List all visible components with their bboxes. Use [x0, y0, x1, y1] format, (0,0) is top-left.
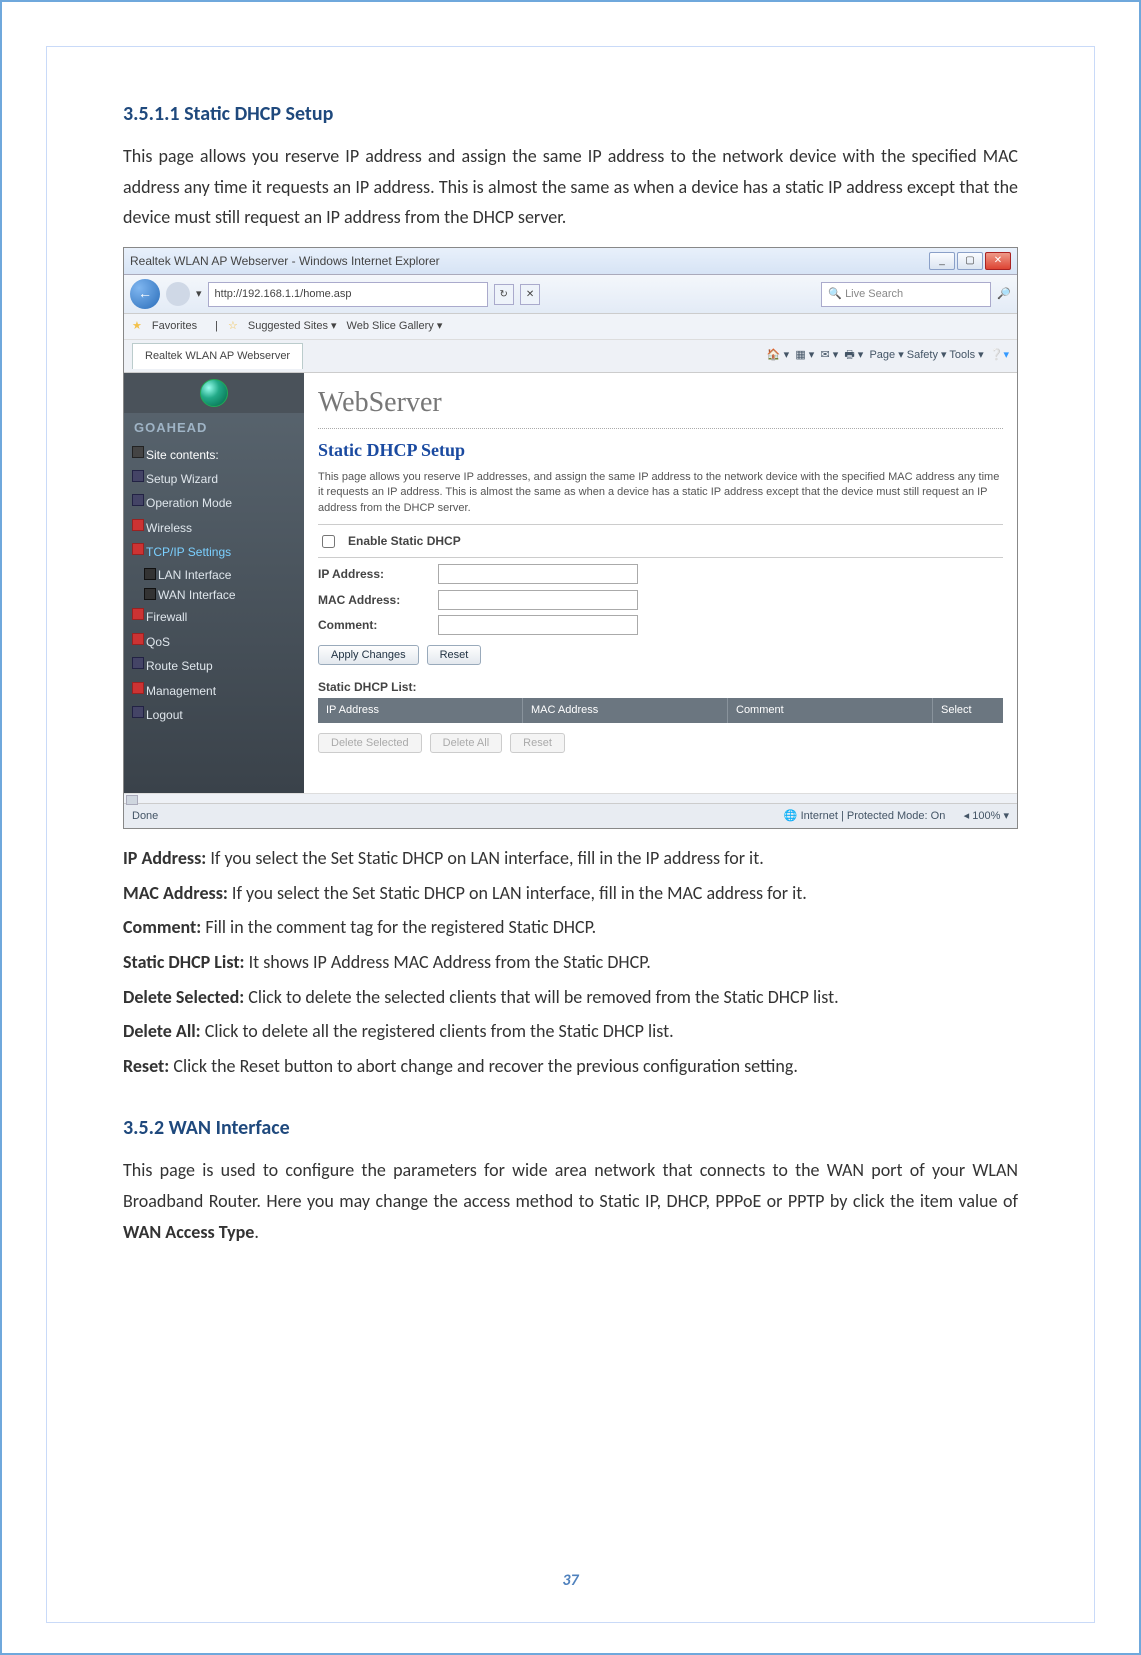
section-heading-static-dhcp: 3.5.1.1 Static DHCP Setup [123, 97, 1018, 131]
sidebar-item-firewall[interactable]: Firewall [124, 605, 304, 629]
fld-delall-label: Delete All: [123, 1020, 201, 1042]
mac-address-input[interactable] [438, 590, 638, 610]
fld-ip-label: IP Address: [123, 847, 206, 869]
status-mode: Internet | Protected Mode: On [801, 810, 946, 822]
window-maximize-button[interactable]: ▢ [957, 252, 983, 270]
col-ip: IP Address [318, 698, 523, 723]
status-done: Done [132, 807, 158, 826]
window-minimize-button[interactable]: _ [929, 252, 955, 270]
page-title: Static DHCP Setup [318, 435, 1003, 466]
embedded-screenshot: Realtek WLAN AP Webserver - Windows Inte… [123, 247, 1018, 829]
sidebar-sub-lan[interactable]: LAN Interface [124, 565, 304, 585]
sidebar-item-tcpip[interactable]: TCP/IP Settings [124, 540, 304, 564]
fld-mac-text: If you select the Set Static DHCP on LAN… [232, 882, 807, 904]
reset-button[interactable]: Reset [427, 645, 482, 665]
nav-forward-button[interactable] [166, 282, 190, 306]
ip-address-label: IP Address: [318, 564, 428, 584]
fld-ip-text: If you select the Set Static DHCP on LAN… [210, 847, 763, 869]
webserver-title: WebServer [318, 373, 1003, 430]
col-comment: Comment [728, 698, 933, 723]
sidebar-item-route[interactable]: Route Setup [124, 654, 304, 678]
sidebar-site-contents[interactable]: Site contents: [124, 443, 304, 467]
sidebar-brand: GOAHEAD [124, 413, 304, 443]
static-dhcp-list-header: IP Address MAC Address Comment Select [318, 698, 1003, 723]
sidebar-item-qos[interactable]: QoS [124, 630, 304, 654]
list-reset-button[interactable]: Reset [510, 733, 565, 753]
delete-selected-button[interactable]: Delete Selected [318, 733, 422, 753]
page-number: 37 [47, 1567, 1094, 1594]
fld-comment-text: Fill in the comment tag for the register… [205, 916, 596, 938]
print-icon[interactable]: 🖶 ▾ [844, 349, 863, 361]
fld-delsel-label: Delete Selected: [123, 986, 244, 1008]
col-mac: MAC Address [523, 698, 728, 723]
sidebar-item-wireless[interactable]: Wireless [124, 516, 304, 540]
help-icon[interactable]: ❔▾ [990, 349, 1009, 361]
sidebar: GOAHEAD Site contents: Setup Wizard Oper… [124, 373, 304, 793]
fld-reset-text: Click the Reset button to abort change a… [173, 1055, 798, 1077]
comment-label: Comment: [318, 615, 428, 635]
fld-delsel-text: Click to delete the selected clients tha… [248, 986, 838, 1008]
suggested-sites-link[interactable]: Suggested Sites ▾ [248, 317, 337, 336]
feed-icon[interactable]: ▦ ▾ [795, 349, 814, 361]
home-icon[interactable]: 🏠 ▾ [767, 349, 789, 361]
nav-back-button[interactable]: ← [130, 279, 160, 309]
refresh-button[interactable]: ↻ [494, 284, 514, 305]
suggested-star-icon: ☆ [228, 317, 238, 336]
fld-comment-label: Comment: [123, 916, 201, 938]
sidebar-item-logout[interactable]: Logout [124, 703, 304, 727]
address-bar[interactable]: http://192.168.1.1/home.asp [208, 282, 488, 307]
webslice-link[interactable]: Web Slice Gallery ▾ [347, 317, 443, 336]
search-box[interactable]: 🔍 Live Search [821, 282, 991, 307]
browser-tab[interactable]: Realtek WLAN AP Webserver [132, 343, 303, 369]
status-zoom[interactable]: 100% [972, 810, 1000, 822]
enable-static-dhcp-label: Enable Static DHCP [348, 531, 461, 551]
favorites-star-icon[interactable]: ★ [132, 317, 142, 336]
favorites-label: Favorites [152, 317, 197, 336]
window-close-button[interactable]: ✕ [985, 252, 1011, 270]
fld-reset-label: Reset: [123, 1055, 169, 1077]
sidebar-item-setup-wizard[interactable]: Setup Wizard [124, 467, 304, 491]
fld-list-label: Static DHCP List: [123, 951, 245, 973]
zoom-dropdown-icon[interactable]: ▾ [1003, 810, 1009, 822]
search-go-icon[interactable]: 🔎 [997, 285, 1011, 304]
sidebar-item-management[interactable]: Management [124, 679, 304, 703]
fld-mac-label: MAC Address: [123, 882, 228, 904]
dropdown-icon[interactable]: ▾ [196, 285, 202, 304]
horizontal-scrollbar[interactable] [124, 793, 1017, 803]
page-desc: This page allows you reserve IP addresse… [318, 470, 1003, 516]
window-title: Realtek WLAN AP Webserver - Windows Inte… [130, 251, 440, 271]
fld-list-text: It shows IP Address MAC Address from the… [249, 951, 651, 973]
zoom-down-icon[interactable]: ◂ [964, 810, 970, 822]
sidebar-sub-wan[interactable]: WAN Interface [124, 585, 304, 605]
col-select: Select [933, 698, 1003, 723]
enable-static-dhcp-checkbox[interactable] [322, 535, 335, 548]
section-heading-wan: 3.5.2 WAN Interface [123, 1111, 1018, 1145]
apply-changes-button[interactable]: Apply Changes [318, 645, 419, 665]
zone-icon: 🌐 [784, 810, 798, 822]
static-dhcp-list-title: Static DHCP List: [318, 677, 1003, 697]
sidebar-item-operation-mode[interactable]: Operation Mode [124, 491, 304, 515]
section-intro-static-dhcp: This page allows you reserve IP address … [123, 141, 1018, 233]
delete-all-button[interactable]: Delete All [430, 733, 502, 753]
fld-delall-text: Click to delete all the registered clien… [205, 1020, 674, 1042]
section-intro-wan: This page is used to configure the param… [123, 1155, 1018, 1247]
ip-address-input[interactable] [438, 564, 638, 584]
comment-input[interactable] [438, 615, 638, 635]
mac-address-label: MAC Address: [318, 590, 428, 610]
stop-button[interactable]: ✕ [520, 284, 540, 305]
mail-icon[interactable]: ✉ ▾ [820, 349, 838, 361]
browser-tool-menu[interactable]: 🏠 ▾ ▦ ▾ ✉ ▾ 🖶 ▾ Page ▾ Safety ▾ Tools ▾ … [767, 346, 1009, 365]
globe-logo-icon [200, 379, 228, 407]
